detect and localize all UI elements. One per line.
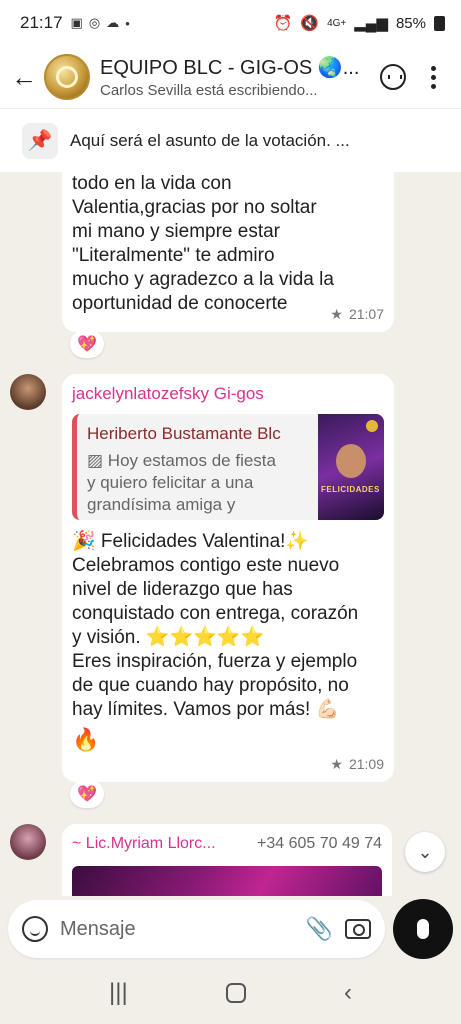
quote-author: Heriberto Bustamante Blc <box>87 424 281 443</box>
chat-title: EQUIPO BLC - GIG-OS 🌏... <box>100 57 360 79</box>
recents-icon[interactable]: ||| <box>109 979 128 1007</box>
blc-logo <box>366 420 378 432</box>
voice-message-button[interactable] <box>393 899 453 959</box>
image-message[interactable] <box>72 866 382 896</box>
message-time: 21:09 <box>348 756 384 772</box>
back-arrow-icon[interactable]: ← <box>4 57 44 97</box>
star-icon: ★ <box>330 756 343 772</box>
thumbnail-label: FELICIDADES <box>321 485 380 494</box>
attach-icon[interactable]: 📎 <box>306 916 333 942</box>
group-avatar[interactable] <box>44 54 90 100</box>
message-bubble[interactable]: jackelynlatozefsky Gi-gos Heriberto Bust… <box>62 374 394 782</box>
heart-reaction: 💖 <box>77 786 97 803</box>
star-icon: ★ <box>330 306 343 322</box>
back-icon[interactable]: ‹ <box>344 979 352 1007</box>
composer: Mensaje 📎 <box>0 896 461 962</box>
image-icon: ▨ <box>87 451 108 470</box>
message-time: 21:07 <box>348 306 384 322</box>
quote-thumbnail: FELICIDADES <box>318 414 384 520</box>
status-time: 21:17 <box>20 13 63 32</box>
signal-icon: ▂▄▆ <box>354 15 388 32</box>
pin-icon: 📌 <box>22 122 58 159</box>
chat-header: ← EQUIPO BLC - GIG-OS 🌏... Carlos Sevill… <box>0 46 461 108</box>
heart-reaction: 💖 <box>77 336 97 353</box>
battery-icon <box>434 15 445 31</box>
cloud-icon: ☁ <box>106 15 120 30</box>
quoted-message[interactable]: Heriberto Bustamante Blc ▨ Hoy estamos d… <box>72 414 384 520</box>
battery-level: 85% <box>395 14 426 32</box>
pinned-message-text: Aquí será el asunto de la votación. ... <box>70 130 350 150</box>
pinned-message-banner[interactable]: 📌 Aquí será el asunto de la votación. ..… <box>0 108 461 172</box>
message-placeholder[interactable]: Mensaje <box>60 918 294 941</box>
whatsapp-icon: ◎ <box>88 15 101 30</box>
chat-title-area[interactable]: EQUIPO BLC - GIG-OS 🌏... Carlos Sevilla … <box>100 55 373 99</box>
community-chat-button[interactable] <box>373 57 413 97</box>
avatar[interactable] <box>10 824 46 860</box>
message-bubble[interactable]: todo en la vida con Valentia,gracias por… <box>62 172 394 332</box>
reaction-badge[interactable]: 💖 <box>70 780 104 808</box>
chat-bubble-icon <box>380 64 406 90</box>
message-input[interactable]: Mensaje 📎 <box>8 900 385 958</box>
message-text: todo en la vida con Valentia,gracias por… <box>72 173 334 314</box>
sender-name[interactable]: jackelynlatozefsky Gi-gos <box>72 382 384 406</box>
more-vert-icon <box>430 65 436 89</box>
scroll-down-button[interactable]: ⌄ <box>405 832 445 872</box>
camera-icon[interactable] <box>345 919 371 939</box>
message-meta: ★ 21:09 <box>330 752 384 776</box>
chat-subtitle: Carlos Sevilla está escribiendo... <box>100 82 318 99</box>
message-bubble[interactable]: ~ Lic.Myriam Llorc... +34 605 70 49 74 <box>62 824 392 896</box>
mute-icon: 🔇 <box>300 15 320 32</box>
message-meta: ★ 21:07 <box>330 302 384 326</box>
sender-name[interactable]: ~ Lic.Myriam Llorc... <box>72 832 216 856</box>
fire-emoji: 🔥 <box>72 727 100 752</box>
more-options-button[interactable] <box>413 57 453 97</box>
message-text: 🎉 Felicidades Valentina!✨ Celebramos con… <box>72 531 359 720</box>
gallery-icon: ▣ <box>70 15 83 30</box>
sender-phone: +34 605 70 49 74 <box>256 835 382 852</box>
network-label: 4G+ <box>327 17 347 29</box>
status-bar: 21:17 ▣ ◎ ☁ • ⏰ 🔇 4G+ ▂▄▆ 85% <box>0 0 461 46</box>
home-icon[interactable] <box>225 983 246 1003</box>
sticker-icon[interactable] <box>22 916 48 942</box>
system-nav-bar: ||| ‹ <box>0 962 461 1024</box>
dot-icon: • <box>125 15 130 31</box>
avatar[interactable] <box>10 374 46 410</box>
alarm-icon: ⏰ <box>273 15 293 32</box>
double-chevron-down-icon: ⌄ <box>417 841 433 862</box>
reaction-badge[interactable]: 💖 <box>70 330 104 358</box>
chat-area[interactable]: todo en la vida con Valentia,gracias por… <box>0 172 461 896</box>
quote-text: Hoy estamos de fiesta y quiero felicitar… <box>87 451 276 520</box>
mic-icon <box>417 919 429 939</box>
